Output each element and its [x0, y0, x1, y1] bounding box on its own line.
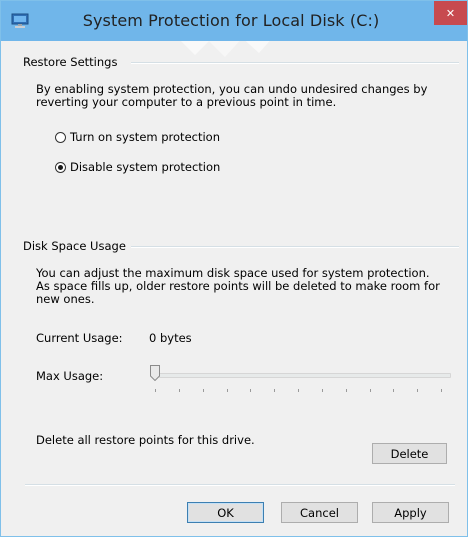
disk-space-description: You can adjust the maximum disk space us… — [36, 266, 440, 306]
close-button[interactable]: ✕ — [434, 1, 467, 25]
max-usage-slider-thumb[interactable] — [150, 365, 160, 381]
title-bar[interactable]: System Protection for Local Disk (C:) ✕ — [1, 1, 467, 41]
ok-button[interactable]: OK — [187, 502, 264, 523]
window-title: System Protection for Local Disk (C:) — [82, 11, 380, 30]
max-usage-slider-track[interactable] — [159, 373, 451, 378]
delete-description: Delete all restore points for this drive… — [36, 433, 255, 447]
close-icon: ✕ — [445, 6, 456, 20]
disable-protection-radio[interactable]: Disable system protection — [55, 160, 220, 174]
turn-on-protection-label: Turn on system protection — [70, 130, 220, 144]
delete-button[interactable]: Delete — [372, 443, 447, 464]
slider-tick — [155, 389, 156, 392]
radio-unchecked[interactable] — [55, 131, 66, 143]
disk-space-divider — [131, 246, 459, 248]
slider-tick — [369, 389, 371, 392]
slider-tick — [274, 389, 276, 392]
restore-settings-description: By enabling system protection, you can u… — [36, 82, 428, 109]
slider-tick — [393, 389, 395, 392]
current-usage-value: 0 bytes — [149, 331, 192, 345]
disk-space-heading: Disk Space Usage — [23, 239, 126, 253]
restore-settings-divider — [131, 62, 459, 64]
slider-tick — [417, 389, 419, 392]
radio-checked[interactable] — [55, 161, 66, 173]
turn-on-protection-radio[interactable]: Turn on system protection — [55, 130, 220, 144]
slider-tick — [226, 389, 228, 392]
slider-tick — [321, 389, 323, 392]
max-usage-label: Max Usage: — [36, 369, 104, 383]
apply-button[interactable]: Apply — [372, 502, 449, 523]
restore-settings-heading: Restore Settings — [23, 55, 118, 69]
system-protection-icon — [11, 13, 29, 28]
slider-tick — [202, 389, 204, 392]
slider-tick — [250, 389, 252, 392]
footer-divider — [25, 484, 455, 486]
slider-tick — [441, 389, 442, 392]
current-usage-label: Current Usage: — [36, 331, 123, 345]
slider-tick — [178, 389, 180, 392]
slider-tick — [298, 389, 299, 392]
slider-tick — [345, 389, 347, 392]
dialog-content: Restore Settings By enabling system prot… — [9, 41, 463, 531]
dialog-window: System Protection for Local Disk (C:) ✕ … — [0, 0, 468, 537]
cancel-button[interactable]: Cancel — [281, 502, 358, 523]
disable-protection-label: Disable system protection — [70, 160, 221, 174]
watermark-graphic — [181, 41, 270, 57]
